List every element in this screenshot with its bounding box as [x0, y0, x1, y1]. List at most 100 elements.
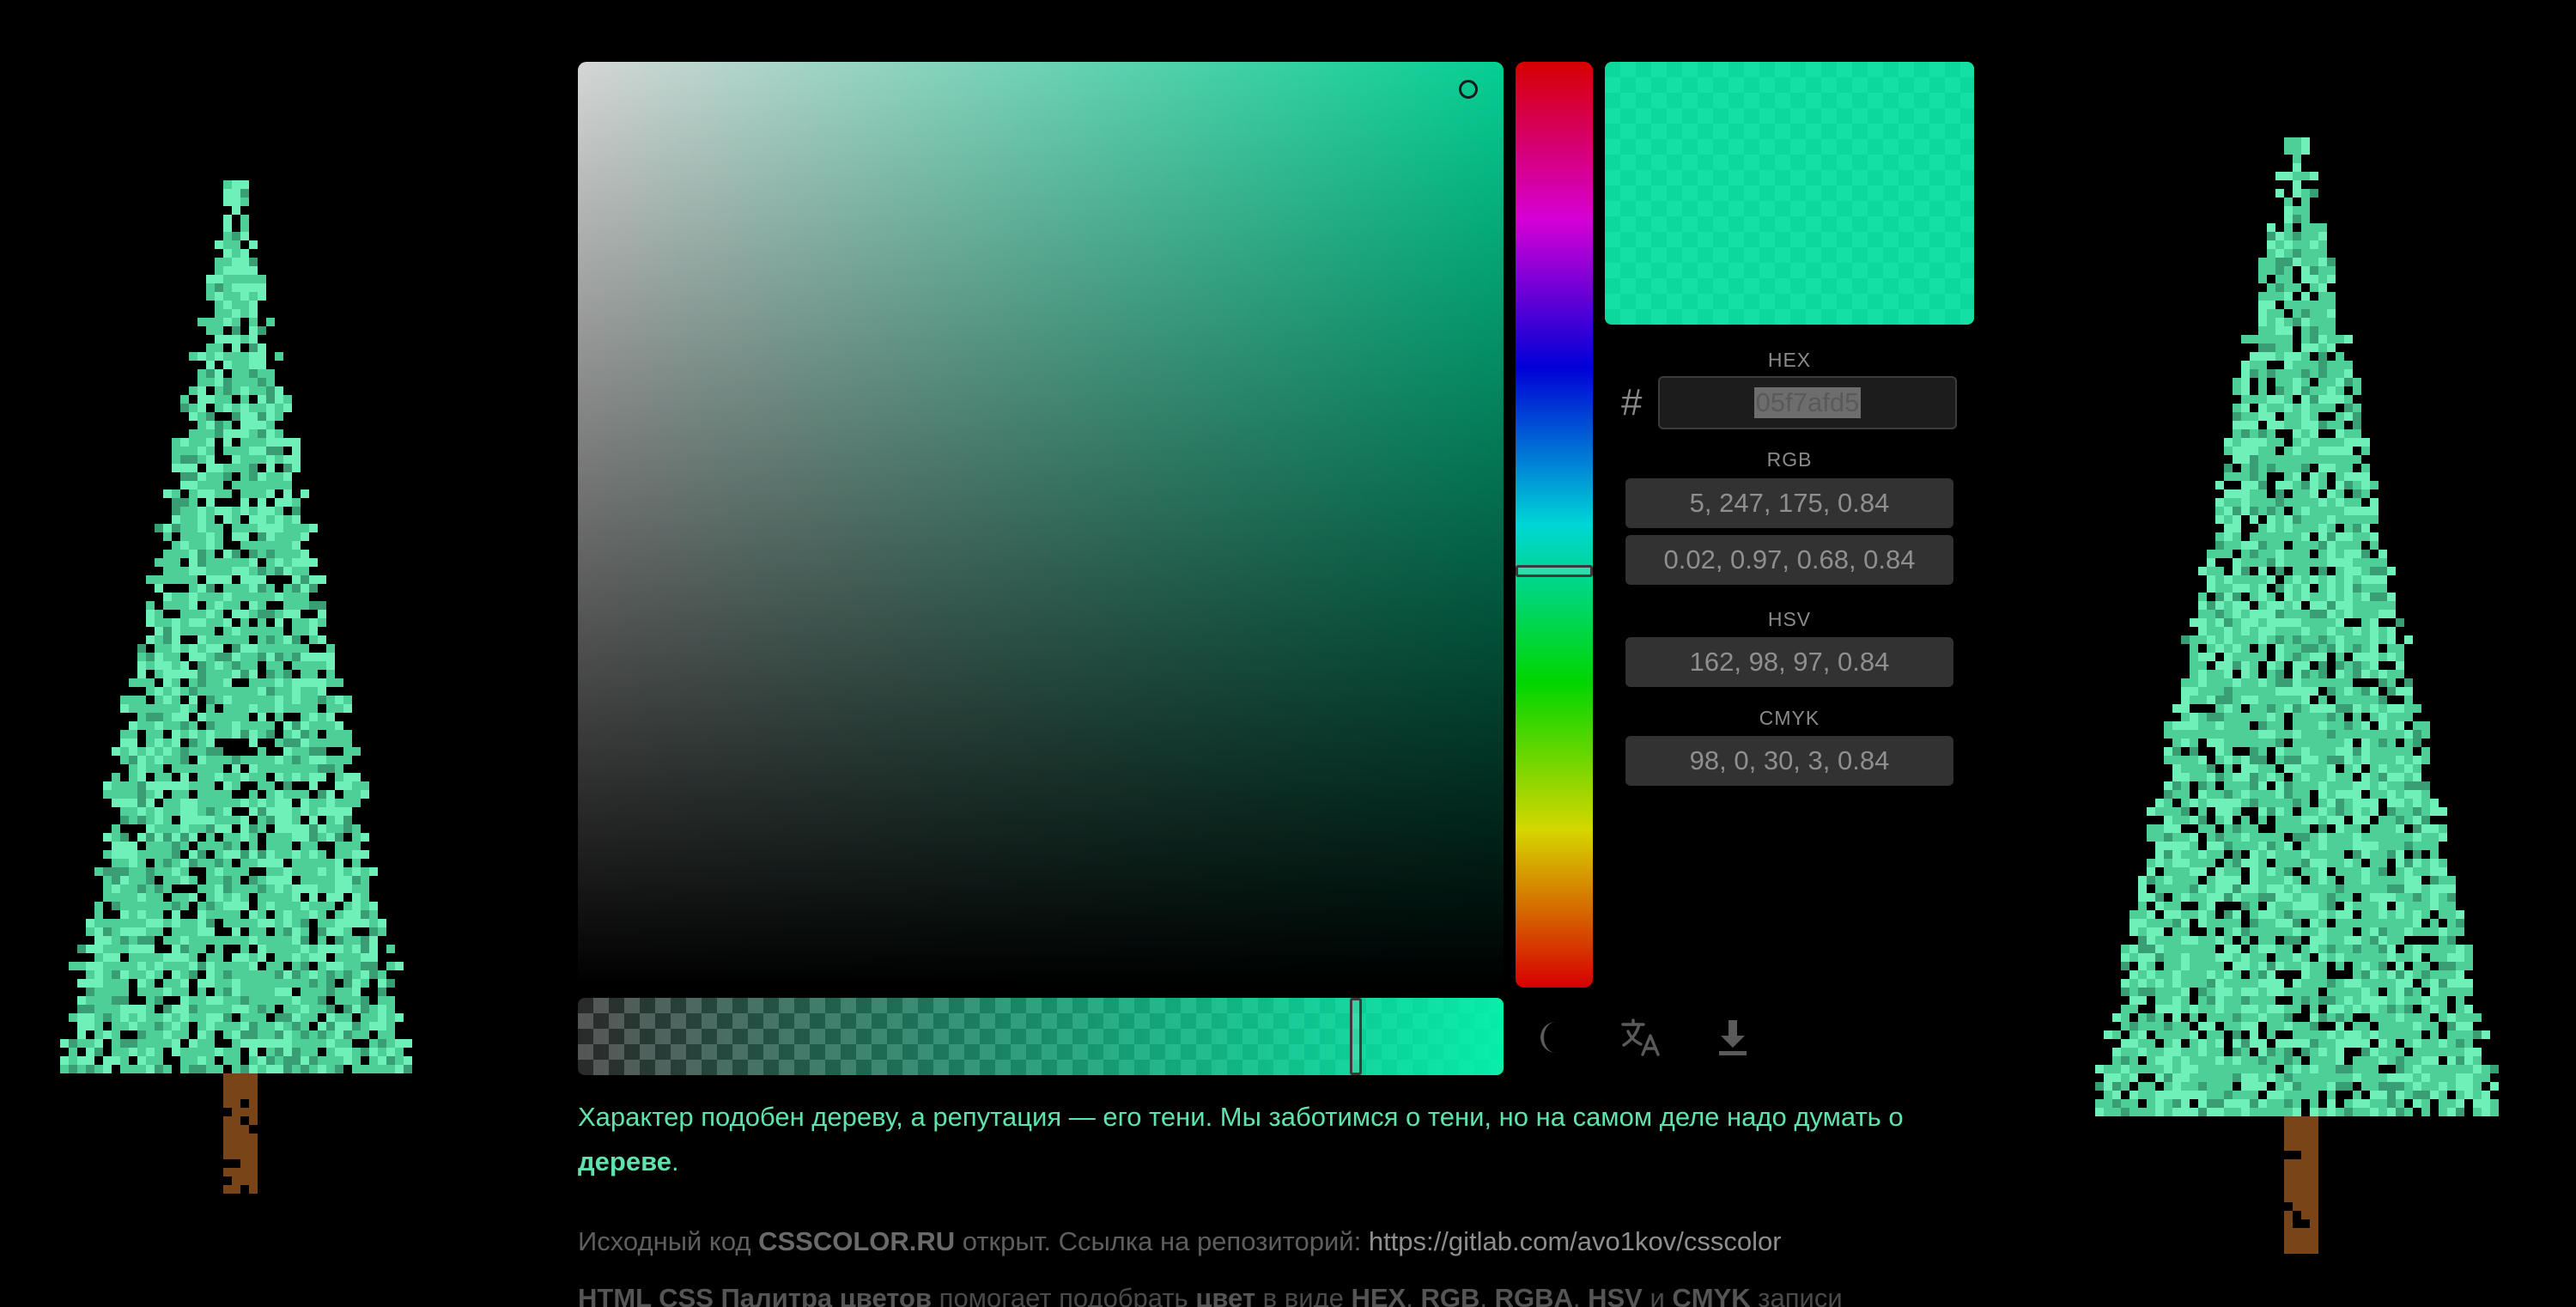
tree-pixel [2318, 713, 2328, 722]
tree-pixel [2164, 1065, 2173, 1074]
tree-pixel [120, 833, 130, 842]
tree-pixel [206, 696, 216, 705]
tree-pixel [2379, 1056, 2388, 1066]
tree-pixel [2224, 610, 2233, 619]
tree-pixel [2250, 799, 2259, 808]
tree-pixel [2172, 730, 2182, 739]
moon-icon[interactable] [1530, 1015, 1575, 1060]
tree-pixel [2310, 842, 2319, 851]
tree-pixel [283, 567, 293, 576]
tree-pixel [2198, 816, 2208, 825]
saturation-value-cursor[interactable] [1459, 80, 1479, 100]
tree-pixel [326, 876, 336, 885]
tree-pixel [266, 584, 276, 593]
tree-pixel [2190, 713, 2199, 722]
tree-pixel [2318, 223, 2328, 233]
tree-pixel [155, 575, 164, 585]
tree-pixel [309, 1013, 319, 1023]
tree-pixel [2258, 833, 2268, 842]
alpha-slider[interactable] [578, 998, 1504, 1075]
tree-pixel [2147, 953, 2156, 963]
tree-pixel [2250, 507, 2259, 516]
tree-pixel [2344, 678, 2354, 688]
tree-pixel [301, 919, 310, 928]
rgb-field[interactable]: 5, 247, 175, 0.84 [1625, 478, 1953, 528]
tree-pixel [292, 610, 301, 619]
desc-part9: RGBA [1494, 1283, 1573, 1307]
tree-pixel [232, 309, 241, 319]
tree-pixel [335, 1056, 344, 1066]
tree-pixel [2318, 1048, 2328, 1057]
tree-pixel [258, 610, 267, 619]
tree-pixel [2413, 876, 2422, 885]
tree-pixel [2327, 979, 2336, 988]
tree-pixel [301, 756, 310, 765]
tree-pixel [2464, 1048, 2474, 1057]
tree-pixel [2293, 240, 2302, 250]
tree-pixel [2439, 1108, 2448, 1117]
tree-pixel [352, 945, 361, 954]
tree-pixel [2250, 575, 2259, 585]
tree-pixel [2456, 1005, 2465, 1014]
hue-slider-handle[interactable] [1516, 564, 1593, 577]
tree-pixel [249, 790, 258, 799]
tree-pixel [2301, 687, 2311, 696]
tree-pixel [137, 850, 147, 860]
rgb-float-field[interactable]: 0.02, 0.97, 0.68, 0.84 [1625, 535, 1953, 585]
tree-pixel [2138, 988, 2148, 997]
tree-pixel [249, 361, 258, 370]
tree-pixel [2258, 369, 2268, 379]
tree-pixel [258, 653, 267, 662]
tree-pixel [2258, 730, 2268, 739]
tree-pixel [2215, 773, 2225, 782]
tree-pixel [2224, 653, 2233, 662]
color-preview-fill [1605, 62, 1974, 325]
tree-pixel [2164, 885, 2173, 894]
tree-pixel [2284, 369, 2293, 379]
tree-pixel [86, 970, 95, 980]
tree-pixel [2198, 721, 2208, 731]
tree-pixel [2258, 635, 2268, 645]
repository-link[interactable]: https://gitlab.com/avo1kov/csscolor [1369, 1226, 1782, 1256]
tree-pixel [2147, 1039, 2156, 1049]
tree-pixel [258, 859, 267, 868]
tree-pixel [2241, 773, 2251, 782]
tree-pixel [2430, 902, 2439, 911]
tree-pixel [2301, 988, 2311, 997]
tree-pixel [2370, 790, 2379, 799]
hex-input[interactable]: 05f7afd5 [1658, 376, 1957, 429]
tree-trunk-pixel [249, 1185, 258, 1194]
tree-pixel [2241, 687, 2251, 696]
tree-pixel [2267, 515, 2276, 525]
tree-pixel [2344, 730, 2354, 739]
tree-trunk-pixel [2310, 1176, 2319, 1186]
hex-input-value[interactable]: 05f7afd5 [1753, 387, 1862, 418]
tree-pixel [2310, 335, 2319, 344]
alpha-slider-handle[interactable] [1349, 998, 1362, 1075]
download-icon[interactable] [1710, 1015, 1755, 1060]
tree-pixel [2267, 249, 2276, 258]
hue-slider[interactable] [1516, 62, 1593, 988]
tree-pixel [2112, 1073, 2122, 1083]
tree-pixel [2293, 283, 2302, 293]
tree-pixel [2215, 850, 2225, 860]
tree-pixel [223, 258, 233, 267]
translate-icon[interactable] [1619, 1015, 1664, 1060]
tree-pixel [2301, 206, 2311, 216]
tree-pixel [318, 859, 327, 868]
tree-pixel [2207, 558, 2216, 568]
tree-pixel [2344, 739, 2354, 748]
saturation-value-picker[interactable] [578, 62, 1504, 988]
tree-pixel [2275, 335, 2285, 344]
tree-pixel [258, 1022, 267, 1031]
tree-pixel [2250, 687, 2259, 696]
cmyk-field[interactable]: 98, 0, 30, 3, 0.84 [1625, 736, 1953, 786]
tree-pixel [2181, 696, 2190, 705]
tree-pixel [197, 447, 207, 456]
tree-pixel [2473, 1091, 2482, 1100]
tree-pixel [2379, 584, 2388, 593]
tree-pixel [343, 902, 353, 911]
hsv-field[interactable]: 162, 98, 97, 0.84 [1625, 637, 1953, 687]
tree-pixel [86, 919, 95, 928]
tree-pixel [2224, 936, 2233, 945]
